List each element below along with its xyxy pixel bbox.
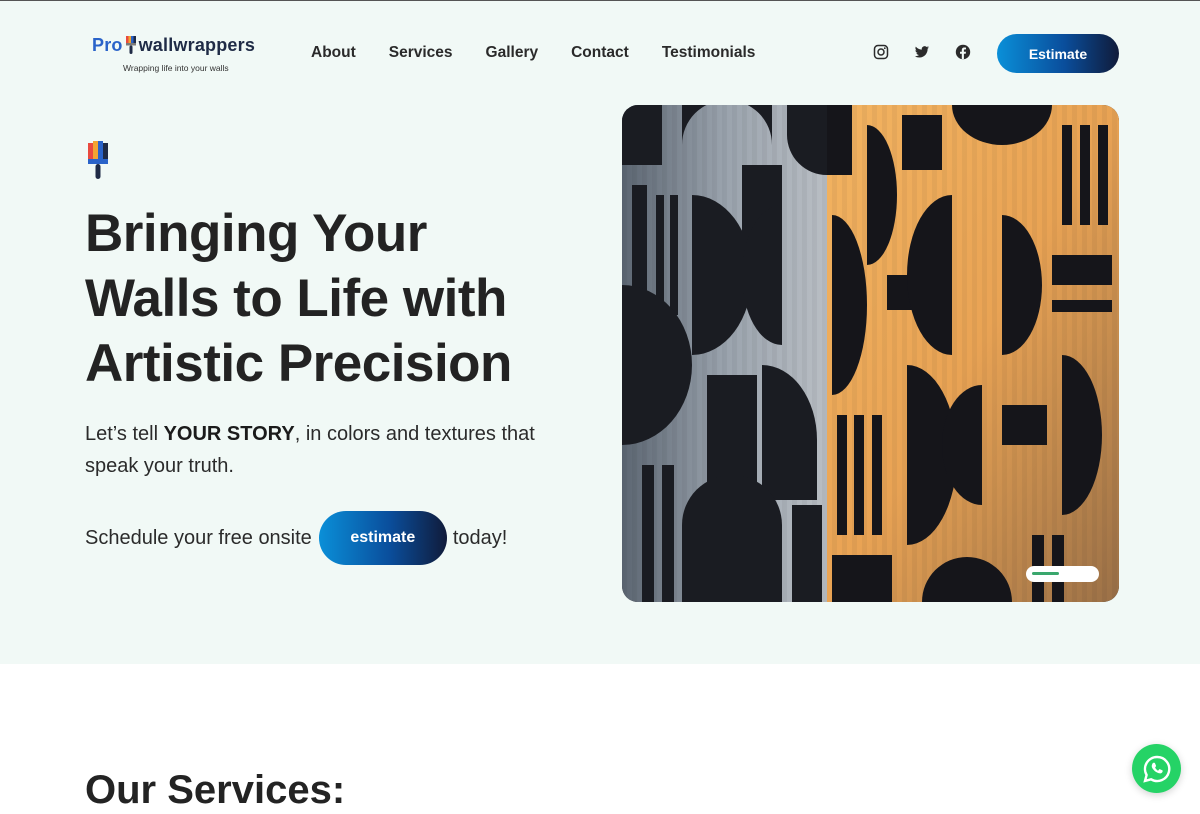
- logo[interactable]: Pro wallwrappers Wrapping life into your…: [92, 33, 272, 77]
- paintbrush-icon: [88, 141, 108, 179]
- slider-progress-fill: [1032, 572, 1060, 575]
- hero-title: Bringing Your Walls to Life with Artisti…: [85, 201, 565, 396]
- cta-text-post: today!: [452, 526, 508, 549]
- image-slider-progress[interactable]: [1026, 566, 1099, 582]
- hero-title-line-3: Artistic Precision: [85, 334, 512, 393]
- hero-title-line-2: Walls to Life with: [85, 269, 507, 328]
- paintbrush-icon: [125, 36, 136, 54]
- logo-text-pro: Pro: [92, 35, 123, 55]
- logo-wordmark: Pro wallwrappers: [92, 35, 255, 56]
- hero-subtitle-emphasis: YOUR STORY: [163, 423, 295, 445]
- services-heading: Our Services:: [85, 768, 346, 812]
- hero-image: [622, 105, 1119, 602]
- logo-text-wall: wallwrappers: [138, 35, 256, 55]
- hero-cta: Schedule your free onsite estimate today…: [85, 511, 507, 565]
- estimate-button[interactable]: Estimate: [997, 34, 1119, 73]
- nav-contact[interactable]: Contact: [571, 44, 629, 62]
- cta-estimate-button[interactable]: estimate: [318, 511, 447, 565]
- hero-subtitle-pre: Let’s tell: [85, 423, 164, 445]
- instagram-icon[interactable]: [873, 44, 889, 60]
- hero-section: Pro wallwrappers Wrapping life into your…: [0, 0, 1200, 664]
- nav-about[interactable]: About: [311, 44, 356, 62]
- hero-title-line-1: Bringing Your: [85, 204, 427, 263]
- whatsapp-icon: [1142, 755, 1170, 783]
- main-nav: About Services Gallery Contact Testimoni…: [311, 44, 788, 62]
- cta-text-pre: Schedule your free onsite: [85, 526, 312, 549]
- nav-gallery[interactable]: Gallery: [486, 44, 539, 62]
- whatsapp-button[interactable]: [1132, 744, 1181, 793]
- nav-services[interactable]: Services: [389, 44, 453, 62]
- facebook-icon[interactable]: [955, 44, 971, 60]
- nav-testimonials[interactable]: Testimonials: [662, 44, 756, 62]
- logo-tagline: Wrapping life into your walls: [123, 63, 229, 73]
- hero-subtitle: Let’s tell YOUR STORY, in colors and tex…: [85, 418, 555, 482]
- twitter-icon[interactable]: [914, 44, 930, 60]
- wall-pattern-image: [622, 105, 1119, 602]
